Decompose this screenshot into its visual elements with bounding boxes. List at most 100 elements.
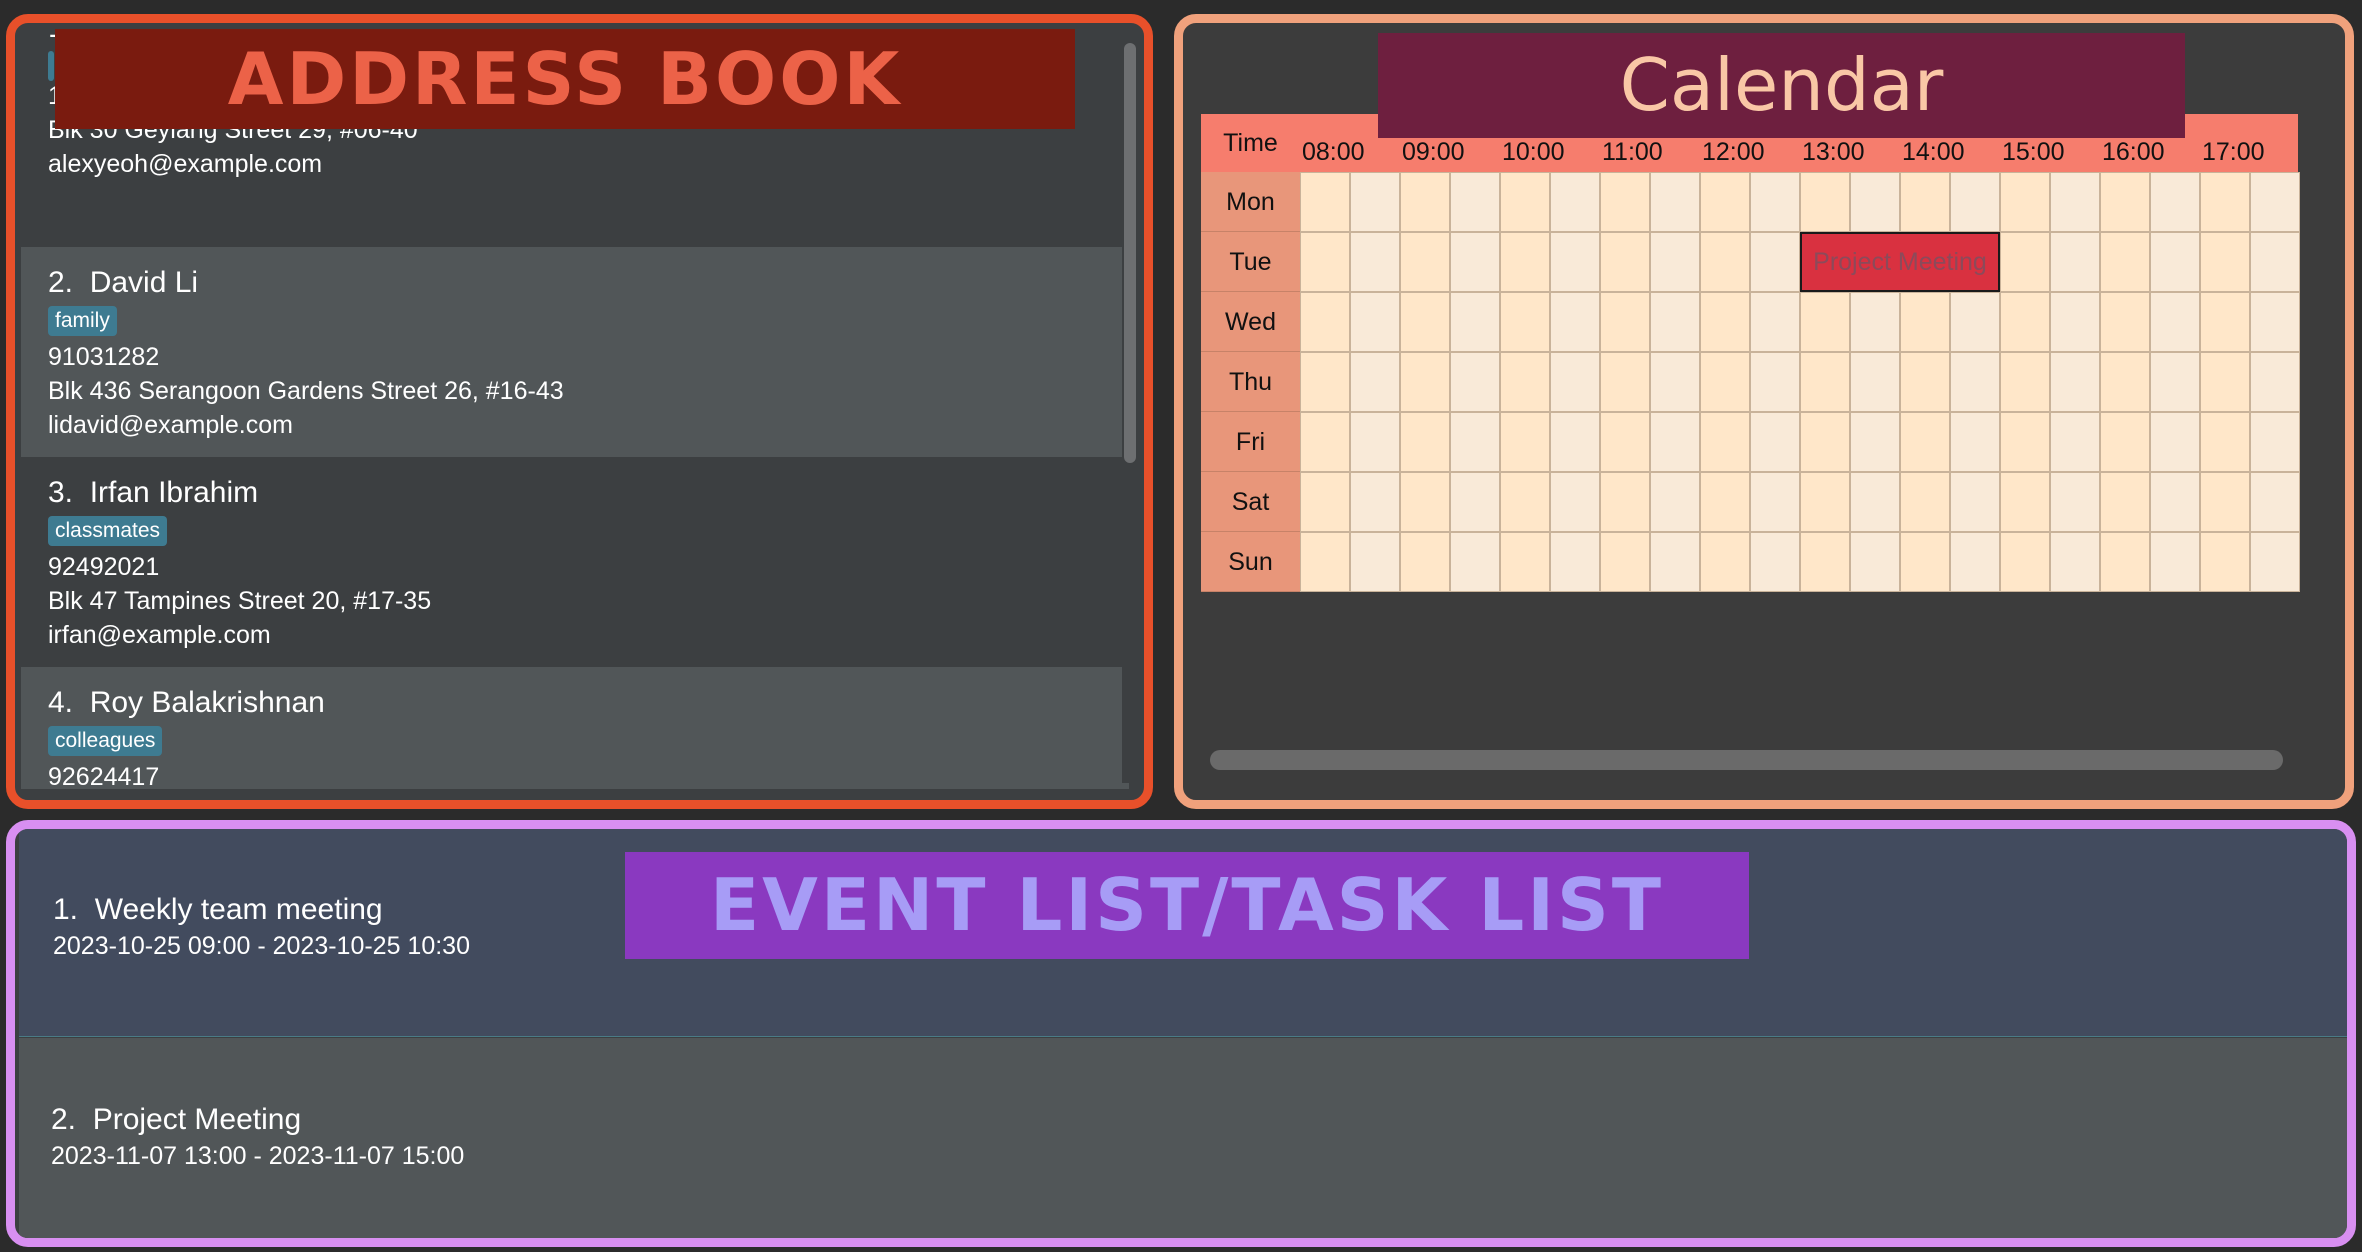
- calendar-slot[interactable]: [1450, 412, 1500, 472]
- calendar-slot[interactable]: [2250, 292, 2300, 352]
- calendar-slot[interactable]: [1950, 352, 2000, 412]
- calendar-slot[interactable]: [1800, 532, 1850, 592]
- calendar-slot[interactable]: [1400, 232, 1450, 292]
- calendar-slot[interactable]: [1950, 472, 2000, 532]
- calendar-slot[interactable]: [1450, 232, 1500, 292]
- calendar-slot[interactable]: [1750, 472, 1800, 532]
- calendar-slot[interactable]: [1800, 172, 1850, 232]
- calendar-slot[interactable]: [1600, 352, 1650, 412]
- calendar-slot[interactable]: [1900, 472, 1950, 532]
- calendar-slot[interactable]: [1550, 352, 1600, 412]
- calendar-slot[interactable]: [2000, 352, 2050, 412]
- calendar-slot[interactable]: [1800, 412, 1850, 472]
- calendar-slot[interactable]: [1650, 412, 1700, 472]
- calendar-slot[interactable]: [2050, 472, 2100, 532]
- calendar-slot[interactable]: [1550, 232, 1600, 292]
- calendar-slot[interactable]: [1350, 232, 1400, 292]
- calendar-slot[interactable]: [1700, 472, 1750, 532]
- calendar-slot[interactable]: [1700, 292, 1750, 352]
- calendar-slot[interactable]: [1750, 532, 1800, 592]
- calendar-slot[interactable]: [2250, 172, 2300, 232]
- calendar-slot[interactable]: [1350, 172, 1400, 232]
- calendar-slot[interactable]: [2200, 172, 2250, 232]
- calendar-slot[interactable]: [1400, 352, 1450, 412]
- calendar-slot[interactable]: [1350, 292, 1400, 352]
- person-card[interactable]: 2. David Li family 91031282 Blk 436 Sera…: [21, 247, 1129, 457]
- calendar-slot[interactable]: [1850, 412, 1900, 472]
- calendar-slot[interactable]: [1650, 472, 1700, 532]
- calendar-slot[interactable]: [1500, 412, 1550, 472]
- calendar-slot[interactable]: [1500, 532, 1550, 592]
- calendar-slot[interactable]: [2100, 172, 2150, 232]
- calendar-slot[interactable]: [2150, 232, 2200, 292]
- calendar-slot[interactable]: [2000, 412, 2050, 472]
- calendar-slot[interactable]: [1550, 292, 1600, 352]
- calendar-slot[interactable]: [1700, 412, 1750, 472]
- calendar-slot[interactable]: [1300, 232, 1350, 292]
- calendar-slot[interactable]: [2100, 292, 2150, 352]
- calendar-slot[interactable]: [1750, 412, 1800, 472]
- calendar-slot[interactable]: [1400, 172, 1450, 232]
- calendar-slot[interactable]: [1650, 172, 1700, 232]
- calendar-slot[interactable]: [2150, 412, 2200, 472]
- calendar-slot[interactable]: [1950, 172, 2000, 232]
- calendar-slot[interactable]: [1950, 532, 2000, 592]
- person-list-scroll-thumb[interactable]: [1124, 43, 1136, 463]
- calendar-slot[interactable]: [2050, 232, 2100, 292]
- event-card[interactable]: 2. Project Meeting 2023-11-07 13:00 - 20…: [19, 1038, 2347, 1238]
- calendar-slot[interactable]: [2050, 412, 2100, 472]
- calendar-slot[interactable]: [1600, 412, 1650, 472]
- calendar-slot[interactable]: [1400, 412, 1450, 472]
- calendar-slot[interactable]: [1600, 172, 1650, 232]
- calendar-slot[interactable]: [1650, 352, 1700, 412]
- calendar-slot[interactable]: [1300, 532, 1350, 592]
- calendar-slot[interactable]: [1850, 172, 1900, 232]
- calendar-slot[interactable]: [1900, 292, 1950, 352]
- calendar-slot[interactable]: [1350, 352, 1400, 412]
- calendar-slot[interactable]: [1850, 472, 1900, 532]
- calendar-slot[interactable]: [1900, 412, 1950, 472]
- calendar-slot[interactable]: [1300, 172, 1350, 232]
- calendar-slot[interactable]: [1850, 532, 1900, 592]
- calendar-slot[interactable]: [1350, 532, 1400, 592]
- calendar-slot[interactable]: [1500, 172, 1550, 232]
- calendar-slot[interactable]: [2250, 472, 2300, 532]
- calendar-slot[interactable]: [1600, 532, 1650, 592]
- calendar-slot[interactable]: [1650, 532, 1700, 592]
- calendar-slot[interactable]: [2000, 172, 2050, 232]
- calendar-slot[interactable]: [2100, 352, 2150, 412]
- calendar-slot[interactable]: [2200, 352, 2250, 412]
- calendar-slot[interactable]: [1600, 292, 1650, 352]
- calendar-slot[interactable]: [1450, 532, 1500, 592]
- calendar-slot[interactable]: [1800, 352, 1850, 412]
- calendar-slot[interactable]: [1300, 472, 1350, 532]
- calendar-slot[interactable]: [1550, 532, 1600, 592]
- calendar-slot[interactable]: [1350, 412, 1400, 472]
- calendar-slot[interactable]: [1400, 292, 1450, 352]
- calendar-slot[interactable]: [1400, 532, 1450, 592]
- calendar-slot[interactable]: [1800, 292, 1850, 352]
- calendar-slot[interactable]: [2000, 292, 2050, 352]
- calendar-slot[interactable]: [2000, 532, 2050, 592]
- calendar-slot[interactable]: [2250, 232, 2300, 292]
- calendar-slot[interactable]: [1300, 292, 1350, 352]
- calendar-slot[interactable]: [2200, 412, 2250, 472]
- calendar-slot[interactable]: [1550, 412, 1600, 472]
- calendar-slot[interactable]: [2050, 352, 2100, 412]
- calendar-slot[interactable]: [1800, 472, 1850, 532]
- calendar-slot[interactable]: [1500, 352, 1550, 412]
- calendar-slot[interactable]: [2150, 532, 2200, 592]
- calendar-slot[interactable]: [1400, 472, 1450, 532]
- calendar-slot[interactable]: [2100, 532, 2150, 592]
- calendar-slot[interactable]: [1700, 172, 1750, 232]
- calendar-slot[interactable]: [1750, 232, 1800, 292]
- calendar-slot[interactable]: [1500, 292, 1550, 352]
- calendar-slot[interactable]: [1300, 412, 1350, 472]
- calendar-slot[interactable]: [2000, 472, 2050, 532]
- calendar-slot[interactable]: [2000, 232, 2050, 292]
- calendar-slot[interactable]: [1900, 172, 1950, 232]
- person-card[interactable]: 4. Roy Balakrishnan colleagues 92624417: [21, 667, 1129, 789]
- calendar-slot[interactable]: [1950, 412, 2000, 472]
- calendar-slot[interactable]: [1500, 232, 1550, 292]
- calendar-slot[interactable]: [1450, 292, 1500, 352]
